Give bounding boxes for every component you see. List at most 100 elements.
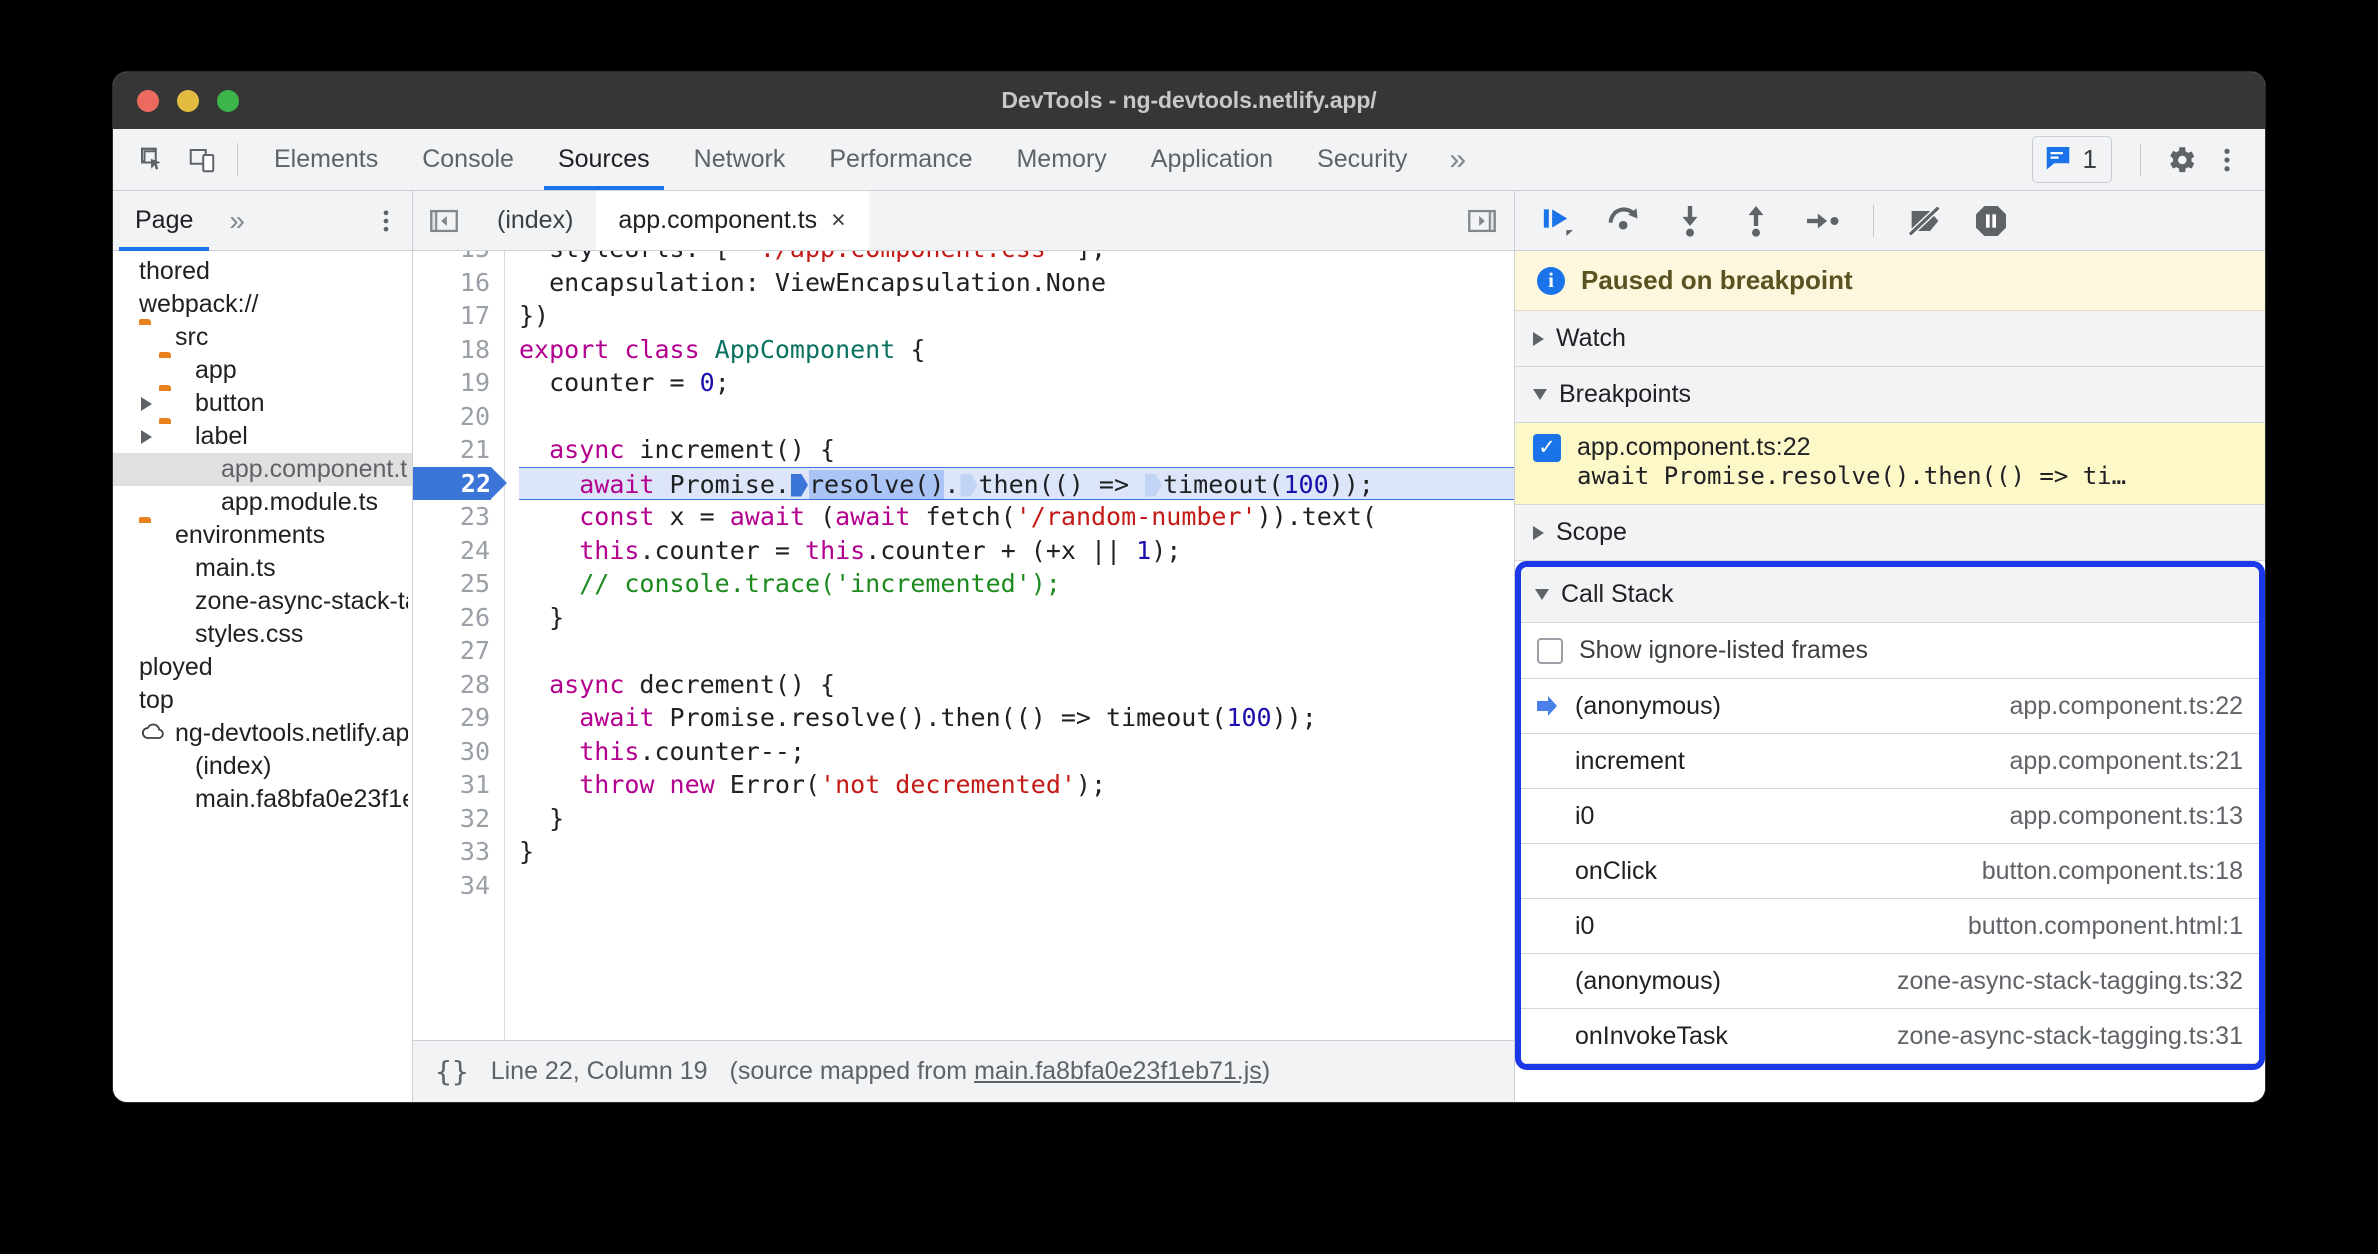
code-line[interactable]: this.counter = this.counter + (+x || 1); [519,534,1514,568]
close-window-button[interactable] [137,89,159,112]
tab-elements[interactable]: Elements [252,129,400,190]
line-number[interactable]: 32 [413,802,490,836]
line-number[interactable]: 18 [413,333,490,367]
tree-item[interactable]: top [113,684,412,717]
editor-tab-index[interactable]: (index) [475,191,596,250]
tree-item[interactable]: (index) [113,750,412,783]
section-watch[interactable]: Watch [1515,311,2265,367]
tree-item[interactable]: app [113,354,412,387]
editor-tab-app-component-ts[interactable]: app.component.ts × [596,191,869,250]
code-line[interactable]: throw new Error('not decremented'); [519,768,1514,802]
tab-memory[interactable]: Memory [994,129,1128,190]
step-out-icon[interactable] [1735,200,1777,242]
tree-item[interactable]: label [113,420,412,453]
code-line[interactable]: async increment() { [519,433,1514,467]
more-tabs-chevron-icon[interactable]: » [1429,129,1484,190]
code-line[interactable]: } [519,601,1514,635]
code-line[interactable]: await Promise.resolve().then(() => timeo… [519,466,1514,500]
close-icon[interactable]: × [831,206,846,235]
tree-item[interactable]: ng-devtools.netlify.app [113,717,412,750]
line-number[interactable]: 16 [413,266,490,300]
code-line[interactable]: const x = await (await fetch('/random-nu… [519,500,1514,534]
code-line[interactable]: // console.trace('incremented'); [519,567,1514,601]
code-editor[interactable]: 1516171819202122232425262728293031323334… [413,251,1514,1040]
section-breakpoints[interactable]: Breakpoints [1515,367,2265,423]
call-stack-row[interactable]: (anonymous) app.component.ts:22 [1521,679,2259,734]
navigator-kebab-menu-icon[interactable] [360,191,412,250]
code-line[interactable]: encapsulation: ViewEncapsulation.None [519,266,1514,300]
code-line[interactable] [519,634,1514,668]
window-traffic-lights[interactable] [137,89,239,112]
tab-performance[interactable]: Performance [807,129,994,190]
line-number[interactable]: 27 [413,634,490,668]
line-number[interactable]: 17 [413,299,490,333]
breakpoint-item[interactable]: ✓ app.component.ts:22 await Promise.reso… [1515,423,2265,505]
line-number[interactable]: 22 [413,466,507,500]
navigator-tab-page[interactable]: Page [113,191,215,251]
tab-application[interactable]: Application [1129,129,1295,190]
tab-network[interactable]: Network [672,129,808,190]
code-line[interactable]: export class AppComponent { [519,333,1514,367]
gear-icon[interactable] [2161,140,2201,180]
code-line[interactable]: this.counter--; [519,735,1514,769]
zoom-window-button[interactable] [217,89,239,112]
show-ignore-listed-frames-row[interactable]: Show ignore-listed frames [1521,623,2259,679]
line-number[interactable]: 26 [413,601,490,635]
code-line[interactable]: counter = 0; [519,366,1514,400]
tab-security[interactable]: Security [1295,129,1429,190]
tree-item[interactable]: main.ts [113,552,412,585]
pause-on-exceptions-icon[interactable] [1970,200,2012,242]
tab-sources[interactable]: Sources [536,129,672,190]
code-line[interactable]: async decrement() { [519,668,1514,702]
line-number[interactable]: 15 [413,251,490,266]
pretty-print-braces-icon[interactable]: {} [435,1055,469,1088]
async-step-marker-icon[interactable] [790,473,808,497]
navigator-more-chevron-icon[interactable]: » [215,191,257,250]
line-number[interactable]: 33 [413,835,490,869]
minimize-window-button[interactable] [177,89,199,112]
tree-item[interactable]: app.module.ts [113,486,412,519]
show-ignore-listed-frames-checkbox[interactable] [1537,637,1563,664]
tree-item[interactable]: thored [113,255,412,288]
async-step-marker-icon[interactable] [1145,473,1163,497]
deactivate-breakpoints-icon[interactable] [1904,200,1946,242]
line-number[interactable]: 29 [413,701,490,735]
collapse-left-panel-icon[interactable] [413,191,475,250]
line-number[interactable]: 25 [413,567,490,601]
inspect-element-icon[interactable] [135,143,169,177]
tab-console[interactable]: Console [400,129,536,190]
expand-right-panel-icon[interactable] [1450,191,1514,250]
step-into-icon[interactable] [1669,200,1711,242]
section-call-stack[interactable]: Call Stack [1521,567,2259,623]
breakpoint-checkbox[interactable]: ✓ [1533,433,1561,462]
source-map-link[interactable]: main.fa8bfa0e23f1eb71.js [974,1057,1262,1085]
issues-badge[interactable]: 1 [2031,136,2112,183]
tree-item[interactable]: main.fa8bfa0e23f1eb [113,783,412,816]
tree-item[interactable]: styles.css [113,618,412,651]
kebab-menu-icon[interactable] [2207,140,2247,180]
device-toolbar-icon[interactable] [185,143,219,177]
line-number[interactable]: 21 [413,433,490,467]
line-number[interactable]: 23 [413,500,490,534]
disclosure-triangle-icon[interactable] [133,429,159,444]
code-line[interactable]: } [519,835,1514,869]
code-line[interactable]: await Promise.resolve().then(() => timeo… [519,701,1514,735]
tree-item[interactable]: ployed [113,651,412,684]
line-number[interactable]: 28 [413,668,490,702]
code-line[interactable]: styleUrls: [ './app.component.css' ], [519,251,1514,266]
file-tree[interactable]: thored webpack:// src app button label app.com… [113,251,412,1102]
line-number[interactable]: 19 [413,366,490,400]
tree-item[interactable]: zone-async-stack-ta [113,585,412,618]
code-line[interactable] [519,869,1514,903]
tree-item[interactable]: environments [113,519,412,552]
line-number[interactable]: 31 [413,768,490,802]
section-scope[interactable]: Scope [1515,505,2265,561]
code-line[interactable] [519,400,1514,434]
line-number[interactable]: 20 [413,400,490,434]
call-stack-row[interactable]: i0 button.component.html:1 [1521,899,2259,954]
call-stack-row[interactable]: increment app.component.ts:21 [1521,734,2259,789]
tree-item[interactable]: app.component.ts [113,453,412,486]
step-icon[interactable] [1801,200,1843,242]
line-number[interactable]: 30 [413,735,490,769]
disclosure-triangle-icon[interactable] [133,396,159,411]
